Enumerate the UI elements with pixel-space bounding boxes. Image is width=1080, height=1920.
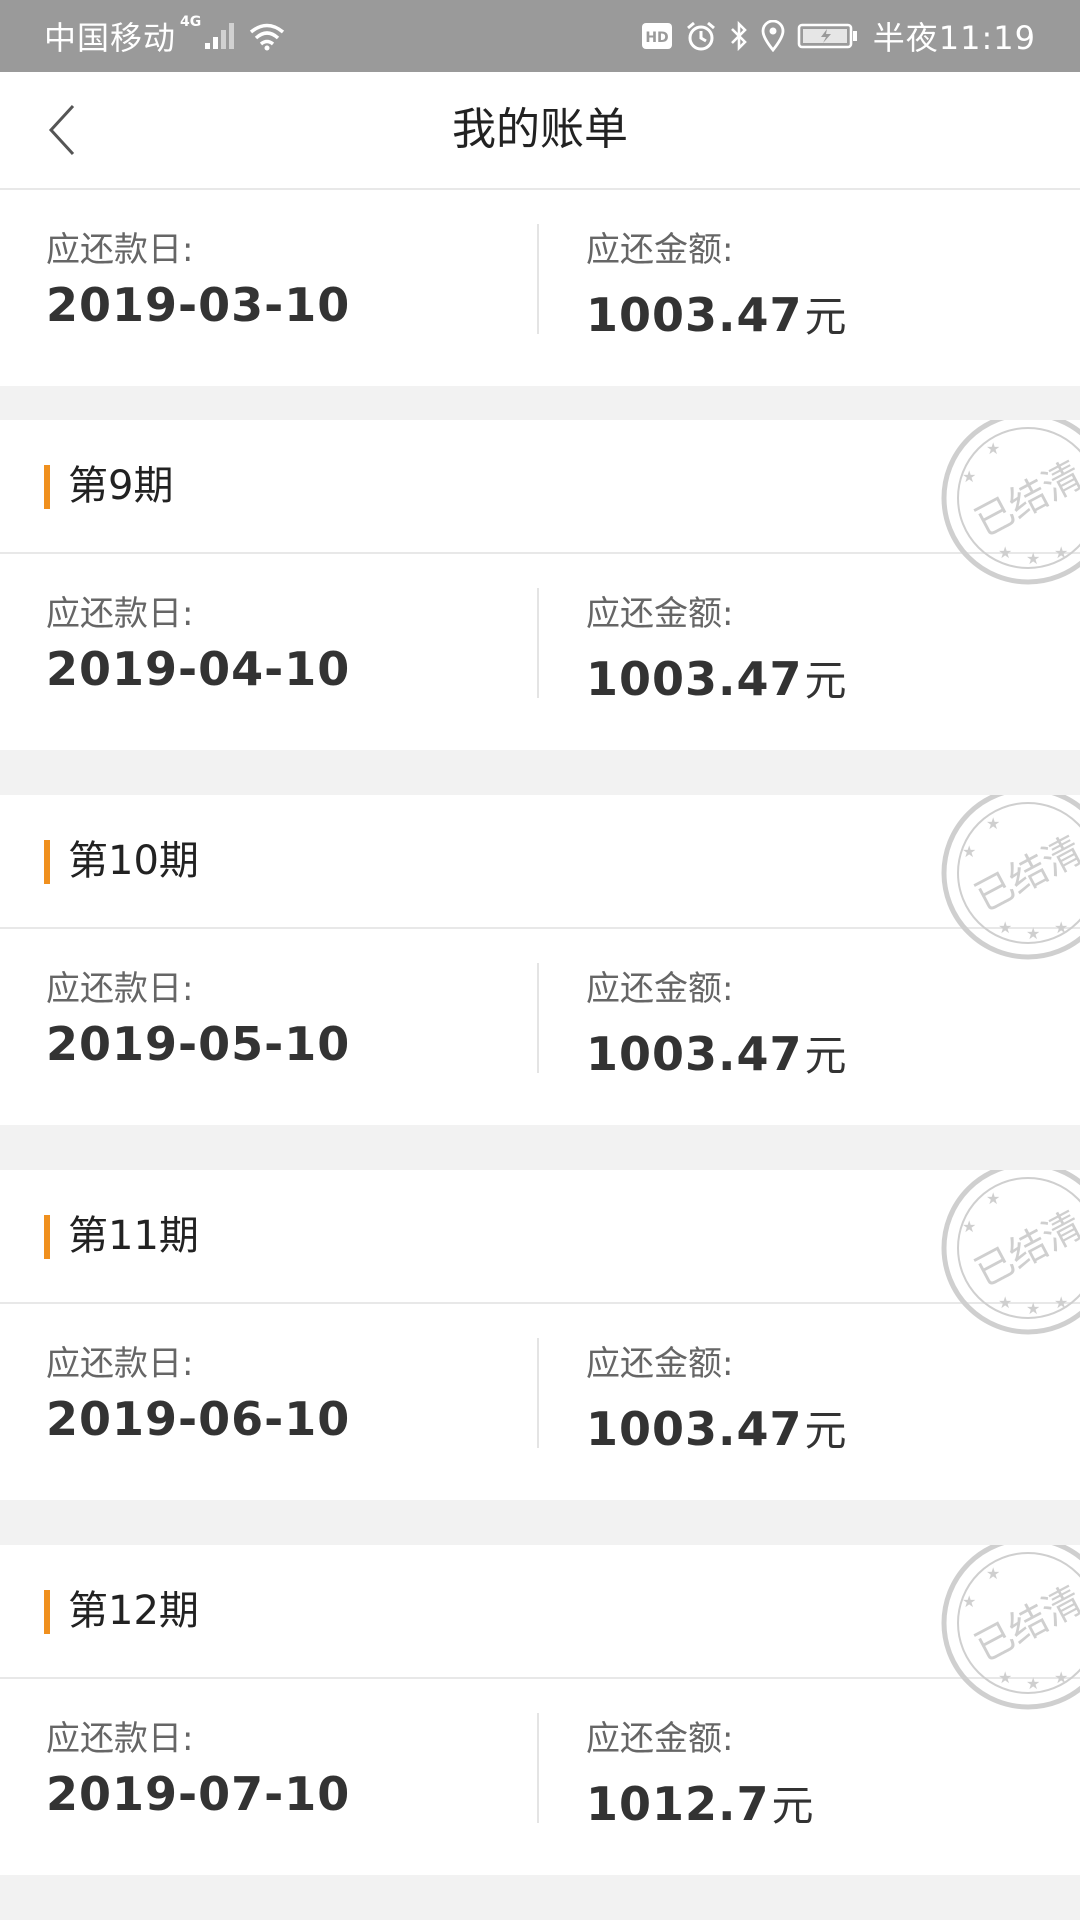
due-date-label: 应还款日: <box>46 969 194 1009</box>
amount-unit: 元 <box>804 1031 847 1080</box>
amount-number: 1003.47 <box>586 288 803 342</box>
stamp-text: 已结清 <box>968 828 1080 920</box>
svg-text:★: ★ <box>986 1564 1000 1583</box>
carrier-name: 中国移动 <box>44 19 177 57</box>
svg-text:★: ★ <box>962 467 976 486</box>
accent-bar <box>44 840 50 884</box>
amount-block: 应还金额: 1003.47元 <box>586 230 847 353</box>
stamp-text: 已结清 <box>968 453 1080 545</box>
period-header: 第12期 ★ ★ ★ ★ ★ 已结清 <box>0 1545 1080 1710</box>
amount-unit: 元 <box>804 292 847 341</box>
amount-number: 1003.47 <box>586 1402 803 1456</box>
bill-row: 应还款日: 2019-03-10 应还金额: 1003.47元 <box>0 190 1080 386</box>
due-date-label: 应还款日: <box>46 230 194 270</box>
svg-text:★: ★ <box>962 842 976 861</box>
column-divider <box>537 588 539 698</box>
amount-unit: 元 <box>771 1781 814 1830</box>
amount-label: 应还金额: <box>586 1719 734 1759</box>
column-divider <box>537 963 539 1073</box>
status-right: HD 半夜11:19 <box>629 0 1036 72</box>
amount-value: 1003.47元 <box>586 1402 847 1467</box>
wifi-icon <box>250 23 285 51</box>
column-divider <box>537 1338 539 1448</box>
bill-row: 应还款日: 2019-05-10 应还金额: 1003.47元 <box>0 929 1080 1125</box>
hd-icon: HD <box>641 23 672 49</box>
accent-bar <box>44 465 50 509</box>
svg-text:★: ★ <box>962 1217 976 1236</box>
due-date-value: 2019-06-10 <box>46 1392 351 1446</box>
svg-text:★: ★ <box>986 1189 1000 1208</box>
amount-value: 1012.7元 <box>586 1777 814 1842</box>
stamp-text: 已结清 <box>968 1578 1080 1670</box>
due-date-block: 应还款日: 2019-07-10 <box>46 1719 350 1821</box>
period-title: 第12期 <box>68 1588 199 1634</box>
column-divider <box>537 224 539 334</box>
amount-label: 应还金额: <box>586 594 734 634</box>
amount-block: 应还金额: 1003.47元 <box>586 594 847 717</box>
amount-number: 1003.47 <box>586 652 803 706</box>
battery-icon <box>797 23 857 49</box>
signal-icon <box>205 23 235 49</box>
svg-text:HD: HD <box>645 30 668 46</box>
period-title: 第10期 <box>68 838 199 884</box>
due-date-label: 应还款日: <box>46 1344 194 1384</box>
status-bar: 中国移动 4G HD 半夜11:19 <box>0 0 1080 72</box>
due-date-value: 2019-04-10 <box>46 642 351 696</box>
amount-block: 应还金额: 1003.47元 <box>586 969 847 1092</box>
svg-text:★: ★ <box>986 814 1000 833</box>
bill-card: 第10期 ★ ★ ★ ★ ★ 已结清 应还款日: 2019-05-10 应还金额… <box>0 795 1080 1125</box>
amount-unit: 元 <box>804 656 847 705</box>
bill-card: 第11期 ★ ★ ★ ★ ★ 已结清 应还款日: 2019-06-10 应还金额… <box>0 1170 1080 1500</box>
bill-row: 应还款日: 2019-06-10 应还金额: 1003.47元 <box>0 1304 1080 1500</box>
amount-value: 1003.47元 <box>586 288 847 353</box>
amount-value: 1003.47元 <box>586 1027 847 1092</box>
due-date-value: 2019-07-10 <box>46 1767 351 1821</box>
due-date-value: 2019-05-10 <box>46 1017 351 1071</box>
location-icon <box>761 20 785 52</box>
due-date-label: 应还款日: <box>46 1719 194 1759</box>
stamp-text: 已结清 <box>968 1203 1080 1295</box>
bill-card: 第12期 ★ ★ ★ ★ ★ 已结清 应还款日: 2019-07-10 应还金额… <box>0 1545 1080 1875</box>
amount-unit: 元 <box>804 1406 847 1455</box>
period-header: 第11期 ★ ★ ★ ★ ★ 已结清 <box>0 1170 1080 1335</box>
amount-label: 应还金额: <box>586 1344 734 1384</box>
period-header: 第9期 ★ ★ ★ ★ ★ 已结清 <box>0 420 1080 585</box>
accent-bar <box>44 1590 50 1634</box>
column-divider <box>537 1713 539 1823</box>
bill-row: 应还款日: 2019-04-10 应还金额: 1003.47元 <box>0 554 1080 750</box>
svg-text:★: ★ <box>986 439 1000 458</box>
due-date-block: 应还款日: 2019-03-10 <box>46 230 350 332</box>
clock: 半夜11:19 <box>872 19 1036 57</box>
bill-card: 第9期 ★ ★ ★ ★ ★ 已结清 应还款日: 2019-04-10 应还金额:… <box>0 420 1080 750</box>
period-title: 第9期 <box>68 463 174 509</box>
status-left: 中国移动 4G <box>44 0 287 72</box>
bill-row: 应还款日: 2019-07-10 应还金额: 1012.7元 <box>0 1679 1080 1875</box>
amount-value: 1003.47元 <box>586 652 847 717</box>
bill-card: 应还款日: 2019-03-10 应还金额: 1003.47元 <box>0 190 1080 386</box>
network-type: 4G <box>180 14 202 30</box>
due-date-label: 应还款日: <box>46 594 194 634</box>
period-header: 第10期 ★ ★ ★ ★ ★ 已结清 <box>0 795 1080 960</box>
amount-label: 应还金额: <box>586 230 734 270</box>
amount-label: 应还金额: <box>586 969 734 1009</box>
due-date-value: 2019-03-10 <box>46 278 351 332</box>
due-date-block: 应还款日: 2019-06-10 <box>46 1344 350 1446</box>
page-title: 我的账单 <box>452 104 628 155</box>
amount-number: 1012.7 <box>586 1777 770 1831</box>
due-date-block: 应还款日: 2019-04-10 <box>46 594 350 696</box>
alarm-icon <box>686 21 715 51</box>
amount-block: 应还金额: 1012.7元 <box>586 1719 814 1842</box>
amount-block: 应还金额: 1003.47元 <box>586 1344 847 1467</box>
period-title: 第11期 <box>68 1213 199 1259</box>
svg-text:★: ★ <box>962 1592 976 1611</box>
due-date-block: 应还款日: 2019-05-10 <box>46 969 350 1071</box>
nav-bar: 我的账单 <box>0 72 1080 190</box>
amount-number: 1003.47 <box>586 1027 803 1081</box>
bluetooth-icon <box>730 20 747 52</box>
accent-bar <box>44 1215 50 1259</box>
